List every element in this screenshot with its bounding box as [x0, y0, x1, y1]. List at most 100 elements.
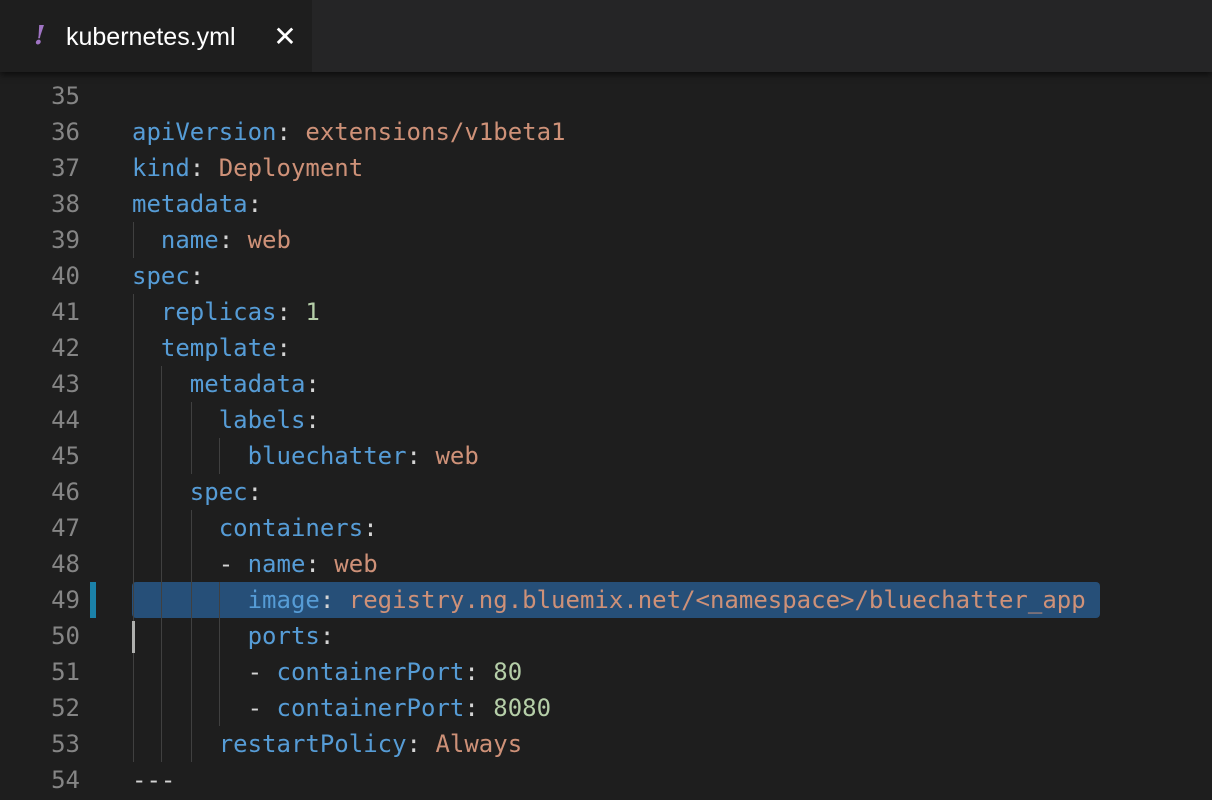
code-token: :	[406, 730, 436, 758]
code-line[interactable]: 35	[0, 78, 1212, 114]
code-text: metadata:	[132, 186, 262, 222]
line-number: 46	[51, 478, 80, 506]
code-text: replicas: 1	[132, 294, 320, 330]
code-line[interactable]: 53 restartPolicy: Always	[0, 726, 1212, 762]
code-text: apiVersion: extensions/v1beta1	[132, 114, 566, 150]
code-token: ---	[132, 766, 176, 794]
yaml-exclamation-icon: !	[34, 21, 46, 51]
code-token: web	[334, 550, 378, 578]
code-token: Always	[435, 730, 523, 758]
code-token: Deployment	[218, 154, 364, 182]
code-line[interactable]: 39 name: web	[0, 222, 1212, 258]
code-token: registry.ng.bluemix.net/<namespace>/blue…	[348, 586, 1086, 614]
code-text: ports:	[132, 618, 335, 654]
code-line[interactable]: 37 kind: Deployment	[0, 150, 1212, 186]
code-token: :	[406, 442, 436, 470]
code-line[interactable]: 46 spec:	[0, 474, 1212, 510]
line-number: 44	[51, 406, 80, 434]
line-number: 54	[51, 766, 80, 794]
line-number: 39	[51, 226, 80, 254]
code-token: :	[247, 478, 263, 506]
line-number: 35	[51, 82, 80, 110]
code-token: :	[247, 190, 263, 218]
code-token: spec	[189, 478, 248, 506]
tab-title: kubernetes.yml	[66, 23, 236, 51]
code-line[interactable]: 52 - containerPort: 8080	[0, 690, 1212, 726]
line-number: 37	[51, 154, 80, 182]
code-token: spec	[132, 262, 190, 290]
code-text: metadata:	[132, 366, 320, 402]
code-text: spec:	[132, 258, 204, 294]
code-token: :	[464, 658, 494, 686]
line-number: 40	[51, 262, 80, 290]
code-token: containers	[218, 514, 364, 542]
line-number: 41	[51, 298, 80, 326]
code-token: image	[247, 586, 320, 614]
code-line[interactable]: 47 containers:	[0, 510, 1212, 546]
code-line[interactable]: 51 - containerPort: 80	[0, 654, 1212, 690]
code-line[interactable]: 40 spec:	[0, 258, 1212, 294]
code-token: containerPort	[276, 694, 465, 722]
code-line[interactable]: 45 bluechatter: web	[0, 438, 1212, 474]
line-number: 43	[51, 370, 80, 398]
code-editor[interactable]: 35 36 apiVersion: extensions/v1beta1 37 kind…	[0, 78, 1212, 800]
code-text: restartPolicy: Always	[132, 726, 522, 762]
code-token: :	[276, 118, 306, 146]
line-number: 38	[51, 190, 80, 218]
code-text: labels:	[132, 402, 320, 438]
line-number: 52	[51, 694, 80, 722]
code-token: :	[218, 226, 248, 254]
code-line[interactable]: 50 ports:	[0, 618, 1212, 654]
code-token: :	[276, 298, 306, 326]
code-text: template:	[132, 330, 291, 366]
code-line[interactable]: 44 labels:	[0, 402, 1212, 438]
code-text: image: registry.ng.bluemix.net/<namespac…	[132, 582, 1086, 618]
code-text: ---	[132, 762, 175, 798]
code-token: :	[276, 334, 291, 362]
code-token: containerPort	[276, 658, 465, 686]
code-token: :	[305, 406, 320, 434]
code-line[interactable]: 36 apiVersion: extensions/v1beta1	[0, 114, 1212, 150]
code-token: :	[189, 154, 219, 182]
code-line[interactable]: 38 metadata:	[0, 186, 1212, 222]
code-line[interactable]: 42 template:	[0, 330, 1212, 366]
tab-kubernetes-yml[interactable]: ! kubernetes.yml ✕	[0, 0, 312, 72]
code-token: -	[132, 550, 248, 578]
code-token: :	[189, 262, 205, 290]
code-token: kind	[132, 154, 190, 182]
code-line[interactable]: 41 replicas: 1	[0, 294, 1212, 330]
line-number: 48	[51, 550, 80, 578]
code-token: ports	[247, 622, 320, 650]
code-token: -	[132, 658, 277, 686]
code-token: apiVersion	[132, 118, 277, 146]
code-token: :	[319, 622, 335, 650]
text-cursor	[132, 621, 135, 653]
code-text: name: web	[132, 222, 291, 258]
code-token: web	[247, 226, 291, 254]
code-text: spec:	[132, 474, 262, 510]
line-number: 50	[51, 622, 80, 650]
line-number: 51	[51, 658, 80, 686]
code-token: restartPolicy	[218, 730, 407, 758]
code-token: metadata	[189, 370, 306, 398]
code-token: :	[464, 694, 494, 722]
code-line[interactable]: 48 - name: web	[0, 546, 1212, 582]
tab-bar: ! kubernetes.yml ✕	[0, 0, 1212, 72]
code-token: bluechatter	[247, 442, 407, 470]
code-text: - containerPort: 8080	[132, 690, 551, 726]
code-line[interactable]: 49 image: registry.ng.bluemix.net/<names…	[0, 582, 1212, 618]
close-icon[interactable]: ✕	[270, 22, 300, 52]
code-text: - containerPort: 80	[132, 654, 523, 690]
code-line[interactable]: 54 ---	[0, 762, 1212, 798]
code-line[interactable]: 43 metadata:	[0, 366, 1212, 402]
code-text: containers:	[132, 510, 378, 546]
